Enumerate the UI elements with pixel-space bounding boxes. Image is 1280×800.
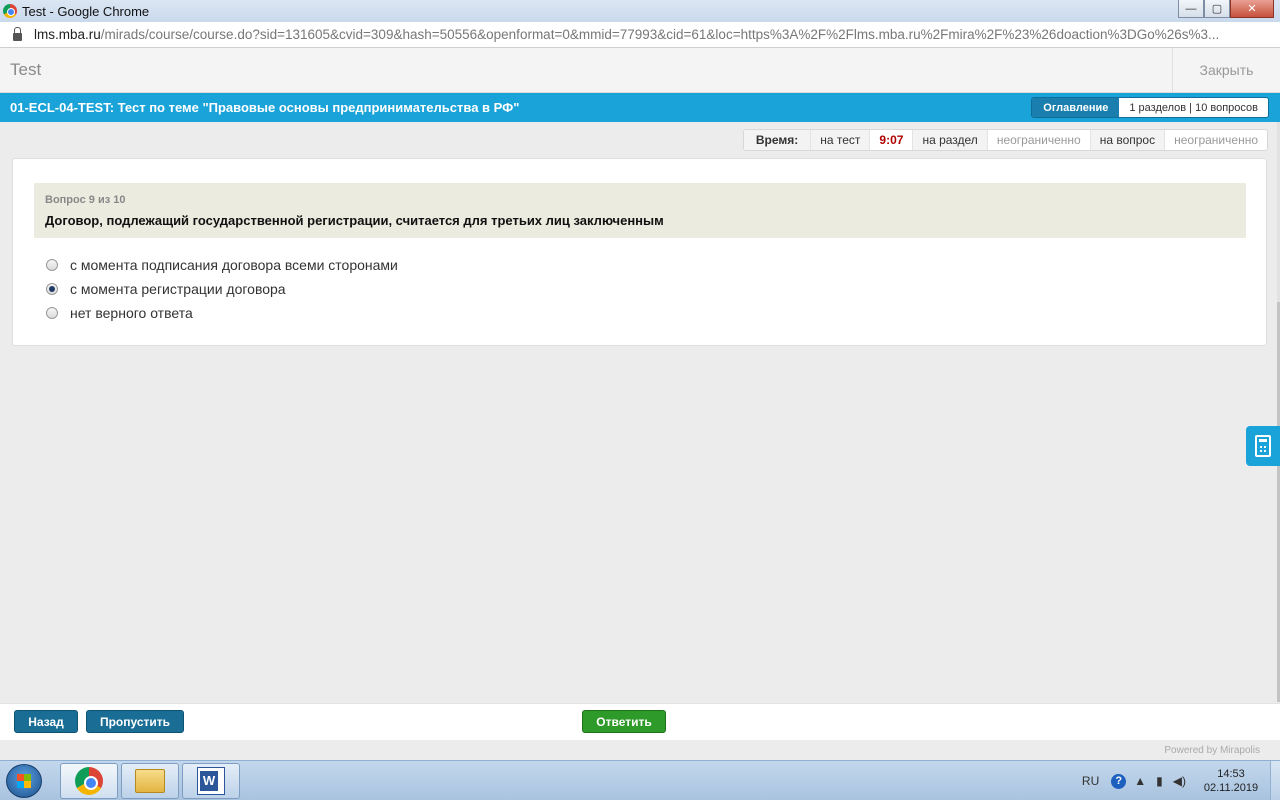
clock[interactable]: 14:53 02.11.2019 xyxy=(1196,767,1266,795)
timer-section-value: неограниченно xyxy=(986,130,1090,150)
start-button[interactable] xyxy=(6,764,42,798)
answer-option-label[interactable]: с момента регистрации договора xyxy=(70,281,286,297)
test-title: 01-ECL-04-TEST: Тест по теме "Правовые о… xyxy=(10,100,520,115)
calculator-icon xyxy=(1255,435,1271,457)
table-of-contents: Оглавление 1 разделов | 10 вопросов xyxy=(1031,97,1269,118)
skip-button[interactable]: Пропустить xyxy=(86,710,184,733)
radio-button[interactable] xyxy=(46,307,58,319)
page-title: Test xyxy=(10,60,42,79)
answer-option[interactable]: с момента регистрации договора xyxy=(46,277,398,301)
taskbar-chrome[interactable] xyxy=(60,763,118,799)
timer-section-key: на раздел xyxy=(912,130,987,150)
windows-taskbar: RU ? ▲ ▮ ◀) 14:53 02.11.2019 xyxy=(0,760,1280,800)
timer-test-value: 9:07 xyxy=(869,130,912,150)
taskbar-word[interactable] xyxy=(182,763,240,799)
answer-option-label[interactable]: с момента подписания договора всеми стор… xyxy=(70,257,398,273)
tray-expand-icon[interactable]: ▲ xyxy=(1134,774,1146,788)
timer-bar: Время: на тест 9:07 на раздел неограниче… xyxy=(742,129,1268,151)
url-text[interactable]: lms.mba.ru/mirads/course/course.do?sid=1… xyxy=(34,27,1274,42)
lock-icon xyxy=(13,26,22,41)
help-icon[interactable]: ? xyxy=(1111,773,1127,789)
chrome-icon xyxy=(75,767,103,795)
url-path: /mirads/course/course.do?sid=131605&cvid… xyxy=(100,27,1220,42)
question-number: Вопрос 9 из 10 xyxy=(45,194,126,206)
window-titlebar: Test - Google Chrome — ▢ ✕ xyxy=(0,0,1280,22)
timer-question-key: на вопрос xyxy=(1089,130,1165,150)
window-title: Test - Google Chrome xyxy=(22,3,150,19)
calculator-button[interactable] xyxy=(1246,426,1280,466)
app-header: Test Закрыть xyxy=(0,48,1280,93)
radio-button[interactable] xyxy=(46,259,58,271)
toc-button[interactable]: Оглавление xyxy=(1032,98,1120,117)
show-desktop-button[interactable] xyxy=(1270,761,1280,800)
question-card: Вопрос 9 из 10 Договор, подлежащий госуд… xyxy=(12,158,1267,346)
navigation-bar: Назад Пропустить Ответить xyxy=(0,703,1280,740)
back-button[interactable]: Назад xyxy=(14,710,78,733)
answer-options: с момента подписания договора всеми стор… xyxy=(46,253,398,325)
taskbar-explorer[interactable] xyxy=(121,763,179,799)
timer-test-key: на тест xyxy=(810,130,870,150)
question-text: Договор, подлежащий государственной реги… xyxy=(45,213,664,228)
test-title-bar: 01-ECL-04-TEST: Тест по теме "Правовые о… xyxy=(0,93,1280,122)
clock-time: 14:53 xyxy=(1217,768,1245,780)
close-window-button[interactable]: ✕ xyxy=(1230,0,1274,18)
minimize-button[interactable]: — xyxy=(1178,0,1204,18)
system-tray: RU ? ▲ ▮ ◀) 14:53 02.11.2019 xyxy=(1082,761,1280,800)
address-bar[interactable]: lms.mba.ru/mirads/course/course.do?sid=1… xyxy=(0,22,1280,48)
answer-option[interactable]: с момента подписания договора всеми стор… xyxy=(46,253,398,277)
toc-info: 1 разделов | 10 вопросов xyxy=(1119,98,1268,117)
answer-option-label[interactable]: нет верного ответа xyxy=(70,305,193,321)
clock-date: 02.11.2019 xyxy=(1203,782,1259,794)
language-indicator[interactable]: RU xyxy=(1082,774,1099,788)
timer-question-value: неограниченно xyxy=(1164,130,1267,150)
powered-by: Powered by Mirapolis xyxy=(1164,745,1260,756)
close-test-button[interactable]: Закрыть xyxy=(1172,48,1280,92)
window-controls: — ▢ ✕ xyxy=(1178,0,1274,18)
network-icon[interactable]: ▮ xyxy=(1156,774,1163,788)
question-header: Вопрос 9 из 10 Договор, подлежащий госуд… xyxy=(34,183,1246,238)
word-icon xyxy=(197,767,225,795)
answer-option[interactable]: нет верного ответа xyxy=(46,301,398,325)
folder-icon xyxy=(135,769,165,793)
radio-button-selected[interactable] xyxy=(46,283,58,295)
answer-button[interactable]: Ответить xyxy=(582,710,666,733)
maximize-button[interactable]: ▢ xyxy=(1204,0,1230,18)
volume-icon[interactable]: ◀) xyxy=(1173,774,1186,788)
url-host: lms.mba.ru xyxy=(34,27,101,42)
timer-label: Время: xyxy=(743,130,811,150)
chrome-icon xyxy=(3,4,17,18)
